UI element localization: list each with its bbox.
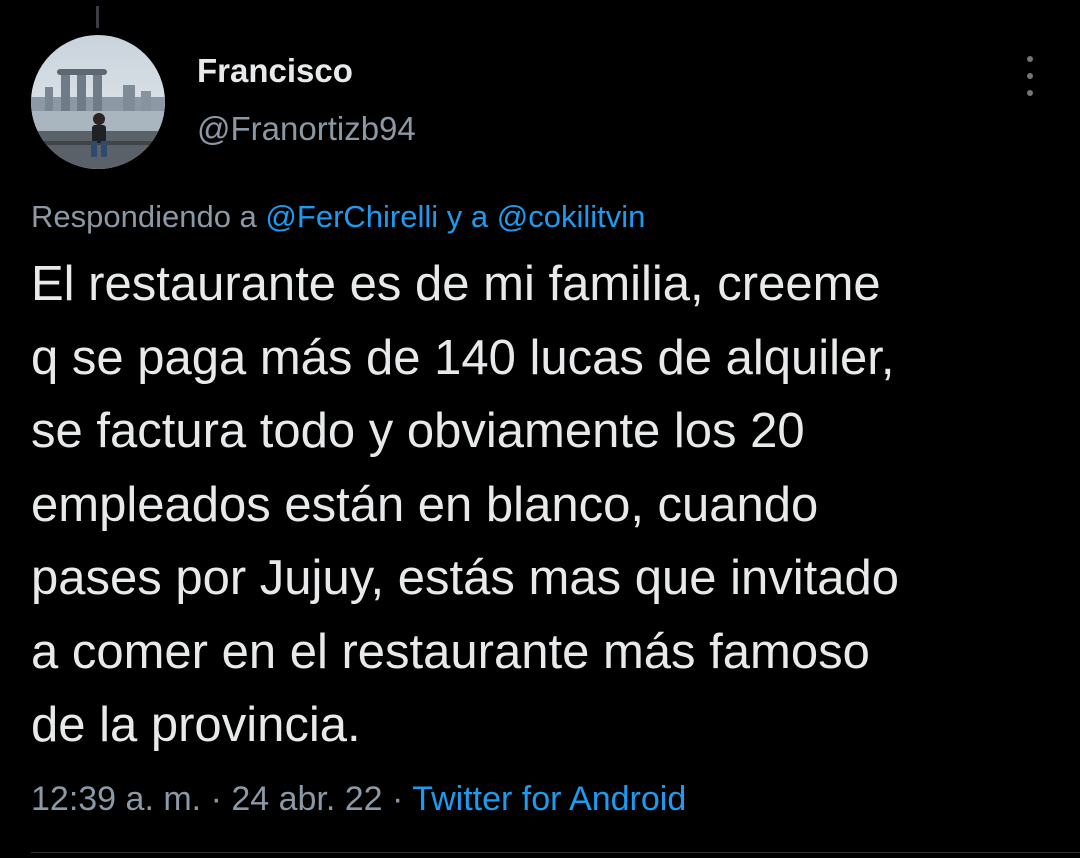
tweet-text-line: empleados están en blanco, cuando — [31, 477, 819, 532]
replying-to: Respondiendo a @FerChirelli y a @cokilit… — [31, 199, 645, 235]
reply-mention-cokilitvin[interactable]: @cokilitvin — [497, 199, 646, 234]
tweet-date[interactable]: 24 abr. 22 — [231, 780, 382, 818]
thread-connector-line — [96, 6, 99, 28]
reply-mention-ferchirelli[interactable]: @FerChirelli — [265, 199, 438, 234]
more-vertical-icon — [1027, 56, 1033, 62]
more-options-button[interactable] — [1014, 56, 1046, 96]
tweet-text-line: se factura todo y obviamente los 20 — [31, 404, 805, 458]
tweet-time[interactable]: 12:39 a. m. — [31, 780, 201, 818]
tweet-metadata: 12:39 a. m. · 24 abr. 22 · Twitter for A… — [31, 780, 686, 819]
reply-connector[interactable]: y a — [447, 199, 488, 234]
tweet-text-line: pases por Jujuy, estás mas que invitado — [31, 551, 899, 605]
tweet-text-line: de la provincia. — [31, 698, 361, 752]
author-display-name[interactable]: Francisco — [197, 52, 353, 90]
tweet-text-line: q se paga más de 140 lucas de alquiler, — [31, 330, 895, 385]
meta-separator: · — [392, 780, 404, 818]
divider — [31, 852, 1080, 853]
author-handle[interactable]: @Franortizb94 — [197, 110, 416, 148]
tweet-text-line: El restaurante es de mi familia, creeme — [31, 257, 881, 311]
replying-prefix: Respondiendo a — [31, 199, 257, 234]
tweet-text-line: a comer en el restaurante más famoso — [31, 624, 870, 679]
tweet-text: El restaurante es de mi familia, creeme … — [31, 248, 1061, 763]
meta-separator: · — [210, 780, 222, 818]
tweet-source-link[interactable]: Twitter for Android — [412, 780, 686, 818]
avatar[interactable] — [31, 35, 165, 169]
profile-photo-icon — [31, 35, 165, 169]
